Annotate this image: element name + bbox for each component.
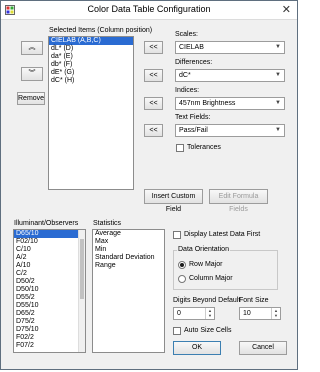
list-item[interactable]: F02/10 [14, 238, 85, 246]
text-fields-value: Pass/Fail [179, 127, 208, 134]
display-latest-checkbox[interactable] [173, 231, 181, 239]
dialog-window: Color Data Table Configuration ✕ Selecte… [0, 0, 298, 370]
list-item[interactable]: A/2 [14, 254, 85, 262]
list-item[interactable]: Standard Deviation [93, 254, 164, 262]
list-item[interactable]: D65/10 [14, 230, 85, 238]
ok-button[interactable]: OK [173, 341, 221, 355]
add-index-button[interactable]: << [144, 97, 163, 110]
chevron-down-icon: ▼ [275, 127, 281, 133]
list-item[interactable]: CIELAB (A,B,C) [49, 37, 133, 45]
scales-select[interactable]: CIELAB ▼ [175, 41, 285, 54]
window-title: Color Data Table Configuration [87, 4, 211, 14]
list-item[interactable]: da* (E) [49, 53, 133, 61]
move-up-button[interactable]: ︽ [21, 41, 43, 55]
differences-label: Differences: [175, 59, 213, 66]
indices-value: 457nm Brightness [179, 100, 236, 107]
font-size-value: 10 [243, 310, 251, 317]
list-item[interactable]: D75/2 [14, 318, 85, 326]
add-text-field-button[interactable]: << [144, 124, 163, 137]
spinner-arrows-icon[interactable]: ▲ ▼ [205, 308, 214, 319]
chevron-down-icon: ▼ [275, 72, 281, 78]
spinner-arrows-icon[interactable]: ▲ ▼ [271, 308, 280, 319]
auto-size-checkbox[interactable] [173, 327, 181, 335]
display-latest-label: Display Latest Data First [184, 231, 261, 238]
list-item[interactable]: A/10 [14, 262, 85, 270]
digits-spinner[interactable]: 0 ▲ ▼ [173, 307, 215, 320]
digits-value: 0 [177, 310, 181, 317]
digits-label: Digits Beyond Default [173, 297, 241, 304]
chevron-down-icon: ▼ [275, 100, 281, 106]
list-item[interactable]: D55/10 [14, 302, 85, 310]
remove-button[interactable]: Remove [17, 92, 45, 105]
list-item[interactable]: D50/10 [14, 286, 85, 294]
list-item[interactable]: dE* (G) [49, 69, 133, 77]
font-size-label: Font Size [239, 297, 269, 304]
list-item[interactable]: C/2 [14, 270, 85, 278]
differences-select[interactable]: dC* ▼ [175, 69, 285, 82]
move-down-button[interactable]: ︾ [21, 67, 43, 81]
indices-label: Indices: [175, 87, 200, 94]
list-item[interactable]: F07/2 [14, 342, 85, 350]
statistics-label: Statistics [93, 220, 122, 227]
tolerances-checkbox[interactable] [176, 144, 184, 152]
scales-value: CIELAB [179, 44, 204, 51]
add-scale-button[interactable]: << [144, 41, 163, 54]
cancel-button[interactable]: Cancel [239, 341, 287, 355]
indices-select[interactable]: 457nm Brightness ▼ [175, 97, 285, 110]
selected-items-label: Selected Items (Column position) [49, 27, 153, 34]
list-item[interactable]: Max [93, 238, 164, 246]
illuminants-list[interactable]: D65/10 F02/10 C/10 A/2 A/10 C/2 D50/2 D50/10 D55… [13, 229, 86, 353]
add-difference-button[interactable]: << [144, 69, 163, 82]
list-item[interactable]: db* (F) [49, 61, 133, 69]
list-item[interactable]: F02/2 [14, 334, 85, 342]
row-major-radio[interactable] [178, 261, 186, 269]
list-item[interactable]: D55/2 [14, 294, 85, 302]
column-major-label: Column Major [189, 275, 233, 282]
text-fields-label: Text Fields: [175, 114, 211, 121]
statistics-list[interactable]: Average Max Min Standard Deviation Range [92, 229, 165, 353]
list-item[interactable]: D75/10 [14, 326, 85, 334]
differences-value: dC* [179, 72, 191, 79]
selected-items-list[interactable]: CIELAB (A,B,C) dL* (D) da* (E) db* (F) dE* (… [48, 36, 134, 190]
edit-formula-fields-button: Edit Formula Fields [209, 189, 268, 213]
list-item[interactable]: D50/2 [14, 278, 85, 286]
list-item[interactable]: Range [93, 262, 164, 270]
tolerances-label: Tolerances [187, 144, 221, 151]
data-orientation-group [173, 250, 278, 290]
list-item[interactable]: dL* (D) [49, 45, 133, 53]
scales-label: Scales: [175, 31, 198, 38]
row-major-label: Row Major [189, 261, 223, 268]
scrollbar[interactable] [78, 230, 85, 352]
radio-selected-dot [180, 263, 184, 267]
auto-size-label: Auto Size Cells [184, 327, 232, 334]
list-item[interactable]: dC* (H) [49, 77, 133, 85]
text-fields-select[interactable]: Pass/Fail ▼ [175, 124, 285, 137]
list-item[interactable]: C/10 [14, 246, 85, 254]
list-item[interactable]: Average [93, 230, 164, 238]
insert-custom-field-button[interactable]: Insert Custom Field [144, 189, 203, 213]
chevron-down-icon: ▼ [275, 44, 281, 50]
list-item[interactable]: Min [93, 246, 164, 254]
close-icon[interactable]: ✕ [282, 3, 291, 16]
list-item[interactable]: D65/2 [14, 310, 85, 318]
illuminants-label: Illuminant/Observers [14, 220, 79, 227]
title-bar: Color Data Table Configuration ✕ [1, 1, 297, 20]
scrollbar-thumb[interactable] [80, 239, 84, 299]
column-major-radio[interactable] [178, 275, 186, 283]
font-size-spinner[interactable]: 10 ▲ ▼ [239, 307, 281, 320]
data-orientation-label: Data Orientation [177, 246, 230, 253]
